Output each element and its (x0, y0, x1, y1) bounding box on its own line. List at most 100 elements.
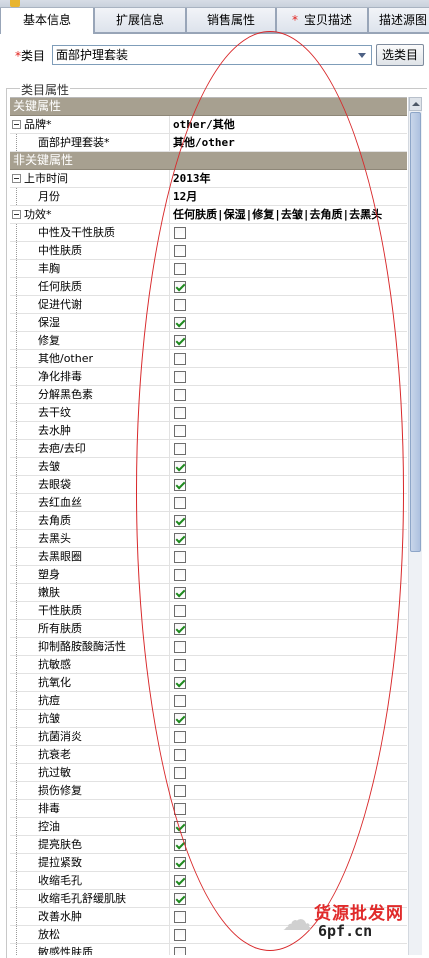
effect-option-row[interactable]: 其他/other (10, 350, 407, 368)
effect-checkbox[interactable] (174, 677, 186, 689)
effect-option-row[interactable]: 抗过敏 (10, 764, 407, 782)
effect-option-row[interactable]: 去黑眼圈 (10, 548, 407, 566)
effect-checkbox[interactable] (174, 749, 186, 761)
effect-checkbox[interactable] (174, 497, 186, 509)
effect-checkbox[interactable] (174, 569, 186, 581)
effect-option-row[interactable]: 去疤/去印 (10, 440, 407, 458)
effect-option-row[interactable]: 去红血丝 (10, 494, 407, 512)
effect-checkbox[interactable] (174, 803, 186, 815)
effect-checkbox[interactable] (174, 263, 186, 275)
scroll-up-icon[interactable] (409, 97, 422, 111)
effect-checkbox[interactable] (174, 623, 186, 635)
tab-basic-info[interactable]: 基本信息 (0, 8, 94, 34)
collapse-icon[interactable] (12, 174, 21, 183)
property-row[interactable]: 品牌* other/其他 (10, 116, 407, 134)
effect-option-row[interactable]: 去水肿 (10, 422, 407, 440)
effect-checkbox[interactable] (174, 317, 186, 329)
effect-option-row[interactable]: 促进代谢 (10, 296, 407, 314)
property-value[interactable]: 其他/other (171, 134, 407, 151)
effect-option-row[interactable]: 敏感性肤质 (10, 944, 407, 955)
category-select[interactable]: 面部护理套装 (52, 45, 372, 65)
effect-row[interactable]: 功效* 任何肤质|保湿|修复|去皱|去角质|去黑头 (10, 206, 407, 224)
property-value[interactable]: 2013年 (171, 170, 407, 187)
effect-checkbox[interactable] (174, 227, 186, 239)
effect-option-row[interactable]: 收缩毛孔舒缓肌肤 (10, 890, 407, 908)
effect-option-row[interactable]: 收缩毛孔 (10, 872, 407, 890)
effect-option-row[interactable]: 修复 (10, 332, 407, 350)
effect-option-row[interactable]: 抗痘 (10, 692, 407, 710)
effect-checkbox[interactable] (174, 731, 186, 743)
effect-option-row[interactable]: 抗氧化 (10, 674, 407, 692)
tab-sales-attributes[interactable]: 销售属性 (186, 8, 276, 33)
effect-option-row[interactable]: 去眼袋 (10, 476, 407, 494)
effect-checkbox[interactable] (174, 605, 186, 617)
vertical-scrollbar[interactable] (408, 97, 422, 955)
effect-checkbox[interactable] (174, 659, 186, 671)
effect-checkbox[interactable] (174, 407, 186, 419)
effect-option-row[interactable]: 损伤修复 (10, 782, 407, 800)
effect-option-row[interactable]: 去角质 (10, 512, 407, 530)
effect-option-row[interactable]: 净化排毒 (10, 368, 407, 386)
effect-checkbox[interactable] (174, 353, 186, 365)
tab-source-images[interactable]: 描述源图 (368, 8, 429, 33)
effect-option-row[interactable]: 中性及干性肤质 (10, 224, 407, 242)
effect-option-row[interactable]: 去干纹 (10, 404, 407, 422)
choose-category-button[interactable]: 选类目 (376, 44, 424, 66)
effect-option-row[interactable]: 抗衰老 (10, 746, 407, 764)
effect-option-row[interactable]: 控油 (10, 818, 407, 836)
effect-checkbox[interactable] (174, 821, 186, 833)
effect-checkbox[interactable] (174, 515, 186, 527)
effect-option-row[interactable]: 中性肤质 (10, 242, 407, 260)
effect-option-row[interactable]: 抗皱 (10, 710, 407, 728)
effect-checkbox[interactable] (174, 875, 186, 887)
effect-checkbox[interactable] (174, 479, 186, 491)
effect-checkbox[interactable] (174, 299, 186, 311)
effect-option-row[interactable]: 提亮肤色 (10, 836, 407, 854)
effect-option-row[interactable]: 嫩肤 (10, 584, 407, 602)
collapse-icon[interactable] (12, 120, 21, 129)
effect-option-row[interactable]: 改善水肿 (10, 908, 407, 926)
effect-option-row[interactable]: 去黑头 (10, 530, 407, 548)
effect-option-row[interactable]: 去皱 (10, 458, 407, 476)
property-value[interactable]: 12月 (171, 188, 407, 205)
effect-checkbox[interactable] (174, 929, 186, 941)
effect-checkbox[interactable] (174, 911, 186, 923)
effect-checkbox[interactable] (174, 767, 186, 779)
tab-item-description[interactable]: * 宝贝描述 (276, 8, 368, 33)
effect-checkbox[interactable] (174, 425, 186, 437)
effect-checkbox[interactable] (174, 443, 186, 455)
effect-option-row[interactable]: 分解黑色素 (10, 386, 407, 404)
effect-checkbox[interactable] (174, 695, 186, 707)
effect-checkbox[interactable] (174, 857, 186, 869)
effect-checkbox[interactable] (174, 533, 186, 545)
effect-option-row[interactable]: 抗敏感 (10, 656, 407, 674)
tab-extended-info[interactable]: 扩展信息 (94, 8, 186, 33)
effect-checkbox[interactable] (174, 371, 186, 383)
scrollbar-thumb[interactable] (410, 112, 421, 552)
effect-option-row[interactable]: 丰胸 (10, 260, 407, 278)
effect-checkbox[interactable] (174, 551, 186, 563)
effect-checkbox[interactable] (174, 461, 186, 473)
collapse-icon[interactable] (12, 210, 21, 219)
effect-option-row[interactable]: 所有肤质 (10, 620, 407, 638)
effect-checkbox[interactable] (174, 335, 186, 347)
effect-option-row[interactable]: 提拉紧致 (10, 854, 407, 872)
effect-option-row[interactable]: 任何肤质 (10, 278, 407, 296)
effect-option-row[interactable]: 抗菌消炎 (10, 728, 407, 746)
effect-option-row[interactable]: 排毒 (10, 800, 407, 818)
effect-checkbox[interactable] (174, 785, 186, 797)
property-value[interactable]: other/其他 (171, 116, 407, 133)
effect-checkbox[interactable] (174, 245, 186, 257)
effect-option-row[interactable]: 抑制酪胺酸酶活性 (10, 638, 407, 656)
effect-checkbox[interactable] (174, 893, 186, 905)
effect-checkbox[interactable] (174, 947, 186, 955)
effect-checkbox[interactable] (174, 713, 186, 725)
property-row[interactable]: 面部护理套装* 其他/other (10, 134, 407, 152)
effect-option-row[interactable]: 放松 (10, 926, 407, 944)
effect-checkbox[interactable] (174, 839, 186, 851)
effect-option-row[interactable]: 塑身 (10, 566, 407, 584)
effect-checkbox[interactable] (174, 641, 186, 653)
effect-checkbox[interactable] (174, 587, 186, 599)
effect-checkbox[interactable] (174, 389, 186, 401)
effect-checkbox[interactable] (174, 281, 186, 293)
